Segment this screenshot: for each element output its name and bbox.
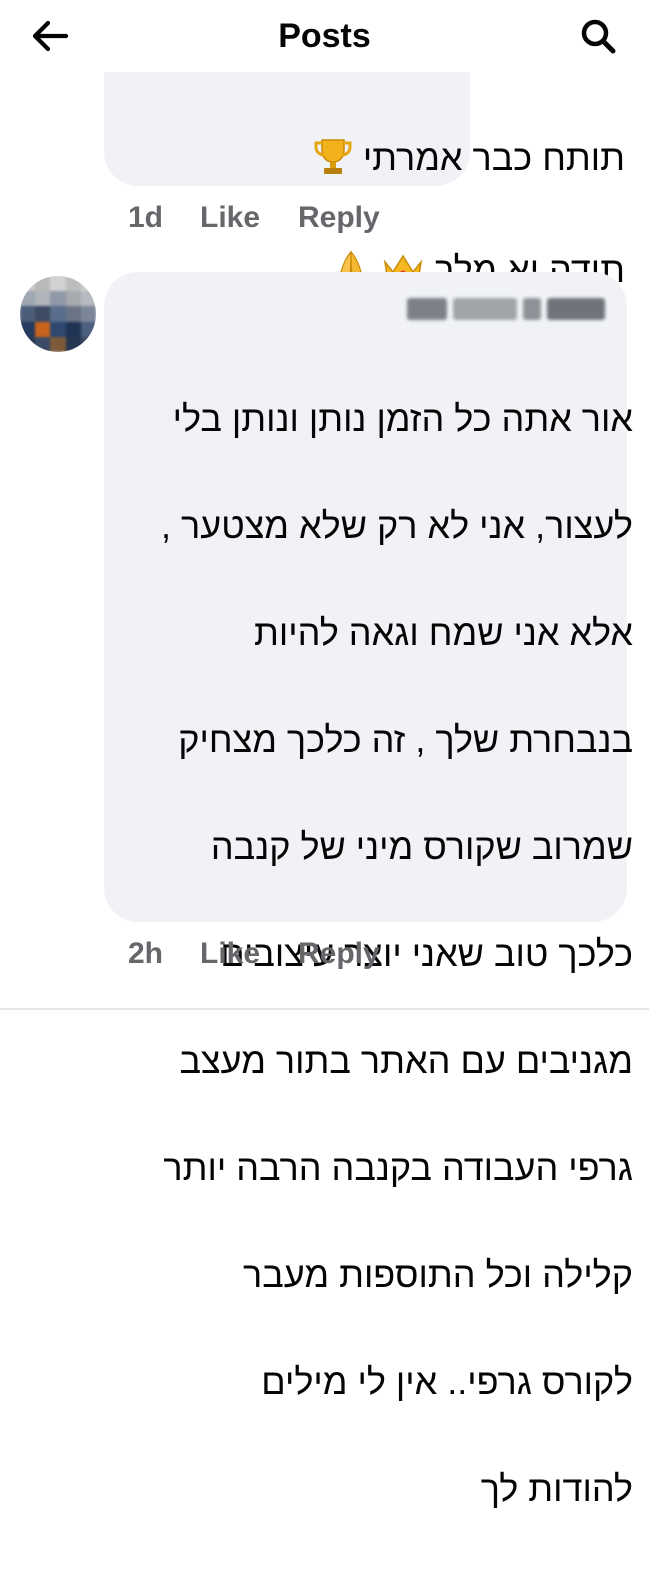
- comment-line: לעצור, אני לא רק שלא מצטער ,: [161, 504, 633, 546]
- comment-line: אלא אני שמח וגאה להיות: [254, 611, 633, 653]
- avatar-image: [20, 276, 96, 352]
- back-button[interactable]: [24, 14, 76, 58]
- reply-button[interactable]: Reply: [298, 937, 380, 971]
- comment-line: תותח כבר אמרתי: [295, 130, 625, 186]
- comment-actions: 1d Like Reply: [128, 198, 380, 238]
- divider: [0, 1008, 649, 1010]
- comment-line: לקורס גרפי.. אין לי מילים: [261, 1360, 633, 1402]
- page-title: Posts: [278, 17, 371, 55]
- reply-button[interactable]: Reply: [298, 201, 380, 235]
- comment-line: אור אתה כל הזמן נותן ונותן בלי: [172, 397, 633, 439]
- comment-timestamp: 1d: [128, 201, 164, 234]
- arrow-left-icon: [32, 20, 69, 52]
- like-button[interactable]: Like: [200, 201, 298, 235]
- comment-line: קלילה וכל התוספות מעבר: [242, 1253, 633, 1295]
- comment-actions: 2h Like Reply: [128, 934, 380, 974]
- comment-line: בנבחרת שלך , זה כלכך מצחיק: [178, 718, 633, 760]
- comment-line: גרפי העבודה בקנבה הרבה יותר: [163, 1146, 633, 1188]
- top-bar: Posts: [0, 0, 649, 72]
- comment-line: מגניבים עם האתר בתור מעצב: [179, 1039, 633, 1081]
- trophy-icon: [314, 139, 352, 174]
- like-button[interactable]: Like: [200, 937, 298, 971]
- comment-line: שמרוב שקורס מיני של קנבה: [210, 825, 633, 867]
- avatar[interactable]: [20, 276, 96, 352]
- comment-author-name[interactable]: [395, 294, 605, 324]
- search-icon: [581, 19, 616, 54]
- comment-line: להודות לך: [480, 1467, 633, 1509]
- comment-timestamp: 2h: [128, 937, 164, 970]
- search-button[interactable]: [570, 12, 626, 60]
